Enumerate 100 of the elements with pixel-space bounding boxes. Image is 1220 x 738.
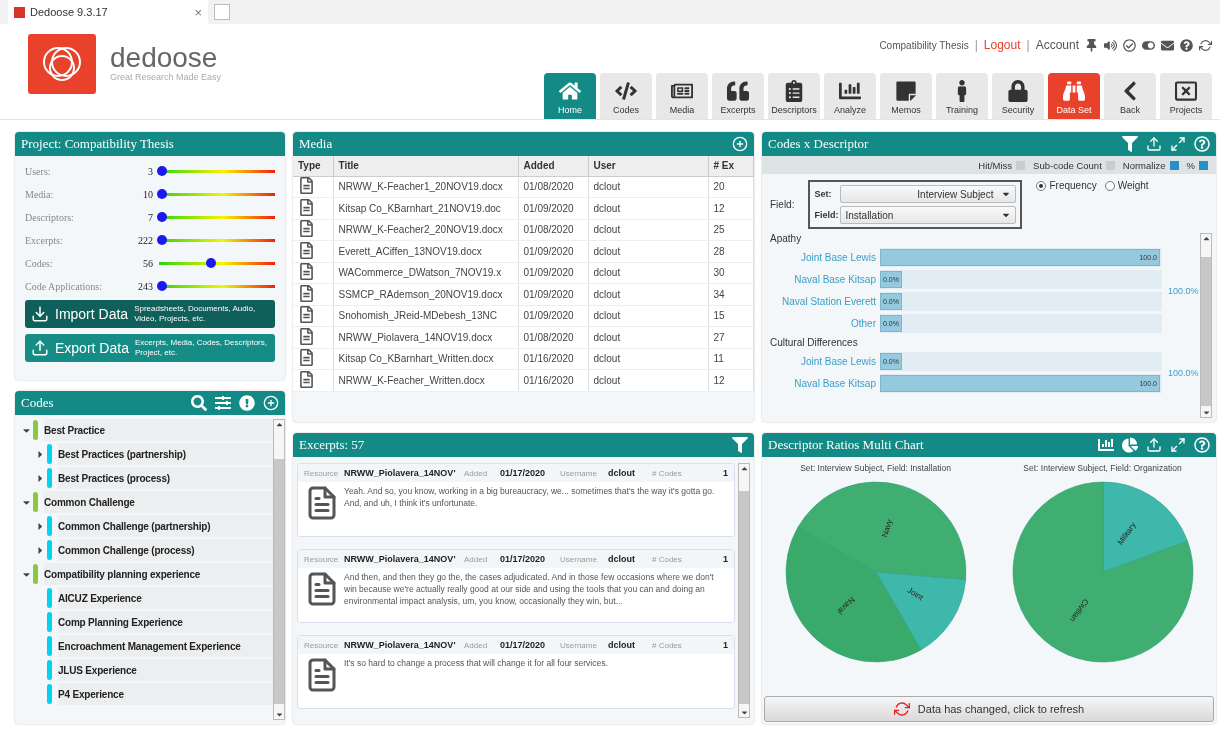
code-item[interactable]: Encroachment Management Experience [58,635,273,657]
import-button[interactable]: Import Data Spreadsheets, Documents, Audio, Video, Projects, etc. [25,300,275,328]
nav-tab[interactable]: Excerpts [712,73,764,119]
scroll-up-icon[interactable] [739,464,749,473]
excerpt-card[interactable] [297,463,735,537]
browser-tab[interactable]: Dedoose 9.3.17 × [8,0,208,24]
nav-tab[interactable]: Media [656,73,708,119]
search-icon[interactable] [191,395,207,411]
upload-icon[interactable] [1146,136,1162,152]
alert-icon[interactable] [239,395,255,411]
filter-icon[interactable] [1122,136,1138,152]
refresh-icon [893,701,910,717]
meta-value: dclout [608,554,636,564]
clipboard-icon [783,80,805,102]
nav-tab[interactable]: Home [544,73,596,119]
scrollbar[interactable] [1200,233,1212,418]
scrollbar[interactable] [738,463,750,718]
checkbox[interactable] [1169,160,1179,170]
slider-thumb[interactable] [157,189,167,199]
code-item[interactable]: Common Challenge (partnership) [58,515,273,537]
nav-tab[interactable]: Analyze [824,73,876,119]
header-link[interactable]: Logout [983,38,1021,52]
column-header[interactable]: # Ex [708,156,754,176]
scroll-down-icon[interactable] [739,708,749,717]
nav-tab[interactable]: Codes [600,73,652,119]
help-icon[interactable] [1194,437,1210,453]
code-item[interactable]: Best Practices (process) [58,467,273,489]
code-item[interactable]: Best Practice [44,419,273,441]
nav-tab[interactable]: Memos [880,73,932,119]
radio-button[interactable] [1104,180,1115,191]
upload-icon[interactable] [1146,437,1162,453]
document-icon [298,177,315,195]
bar-label: Naval Station Everett [781,296,877,307]
close-tab-button[interactable]: × [194,4,202,20]
slider-thumb[interactable] [157,235,167,245]
column-header[interactable]: User [588,156,708,176]
nav-tab[interactable]: Descriptors [768,73,820,119]
slider-thumb[interactable] [157,166,167,176]
code-item[interactable]: Compatibility planning experience [44,563,273,585]
dropdown[interactable]: Installation [840,206,1017,224]
code-item[interactable]: JLUS Experience [58,659,273,681]
speaker-icon[interactable] [1104,38,1117,52]
table-cell: NRWW_K-Feacher_Written.docx [333,369,518,391]
nav-tab[interactable]: Data Set [1048,73,1100,119]
excerpt-card[interactable]: Resource NRWW_Piolavera_14NOV' Added 01/17/2020 Username dclout # Codes 1 It's so hard to change a process that will change it for all four services. [297,635,735,709]
scroll-down-icon[interactable] [1201,408,1211,417]
nav-tab[interactable]: Projects [1160,73,1212,119]
code-item[interactable]: Comp Planning Experience [58,611,273,633]
code-item[interactable]: Best Practices (partnership) [58,443,273,465]
scroll-up-icon[interactable] [1201,234,1211,243]
scrollbar[interactable] [273,419,285,720]
checkbox[interactable] [1016,160,1026,170]
dropdown[interactable]: Interview Subject [840,185,1017,203]
meta-label: # Codes [652,640,683,650]
code-item[interactable]: Common Challenge (process) [58,539,273,561]
pin-icon[interactable] [1085,38,1098,52]
table-cell: WACommerce_DWatson_7NOV19.x [333,262,518,284]
help-icon[interactable] [1180,38,1193,52]
refresh-icon[interactable] [1199,38,1212,52]
nav-tab[interactable]: Back [1104,73,1156,119]
add-icon[interactable] [732,136,748,152]
expand-icon[interactable] [1170,136,1186,152]
scroll-down-icon[interactable] [274,710,284,719]
bar-label: Naval Base Kitsap [793,274,877,285]
bar-label: Other [850,318,877,329]
help-icon[interactable] [1194,136,1210,152]
envelope-icon[interactable] [1161,38,1174,52]
checkbox[interactable] [1199,160,1208,170]
column-header[interactable]: Added [518,156,588,176]
meta-value: 01/17/2020 [500,554,547,564]
slider-thumb[interactable] [157,212,167,222]
scroll-up-icon[interactable] [274,420,284,429]
nav-tab[interactable]: Training [936,73,988,119]
excerpt-card[interactable] [297,549,735,623]
bar-label: Joint Base Lewis [799,252,877,263]
slider-thumb[interactable] [157,281,167,291]
filter-icon[interactable] [732,437,748,453]
nav-tab[interactable]: Security [992,73,1044,119]
document-icon [298,306,315,324]
column-header[interactable]: Type [293,156,333,176]
sliders-icon[interactable] [215,395,231,411]
export-button[interactable]: Export Data Excerpts, Media, Codes, Descriptors, Project, etc. [25,334,275,362]
checkbox[interactable] [1105,160,1115,170]
slider-thumb[interactable] [205,258,216,268]
toggle-icon[interactable] [1142,38,1155,52]
pie-chart-icon[interactable] [1122,437,1138,453]
code-item[interactable]: P4 Experience [58,683,273,705]
table-cell: NRWW_K-Feacher1_20NOV19.docx [333,176,518,198]
panel-title: Codes [21,395,54,411]
panel-title: Project: Compatibility Thesis [21,136,174,152]
code-item[interactable]: AICUZ Experience [58,587,273,609]
add-icon[interactable] [263,395,279,411]
header-link[interactable]: Account [1035,38,1079,52]
radio-button[interactable] [1036,180,1047,191]
bar-chart-icon[interactable] [1098,437,1114,453]
refresh-button[interactable]: Data has changed, click to refresh [764,696,1214,722]
code-item[interactable]: Common Challenge [44,491,273,513]
column-header[interactable]: Title [333,156,518,176]
expand-icon[interactable] [1170,437,1186,453]
field-label: Field: [770,199,795,210]
